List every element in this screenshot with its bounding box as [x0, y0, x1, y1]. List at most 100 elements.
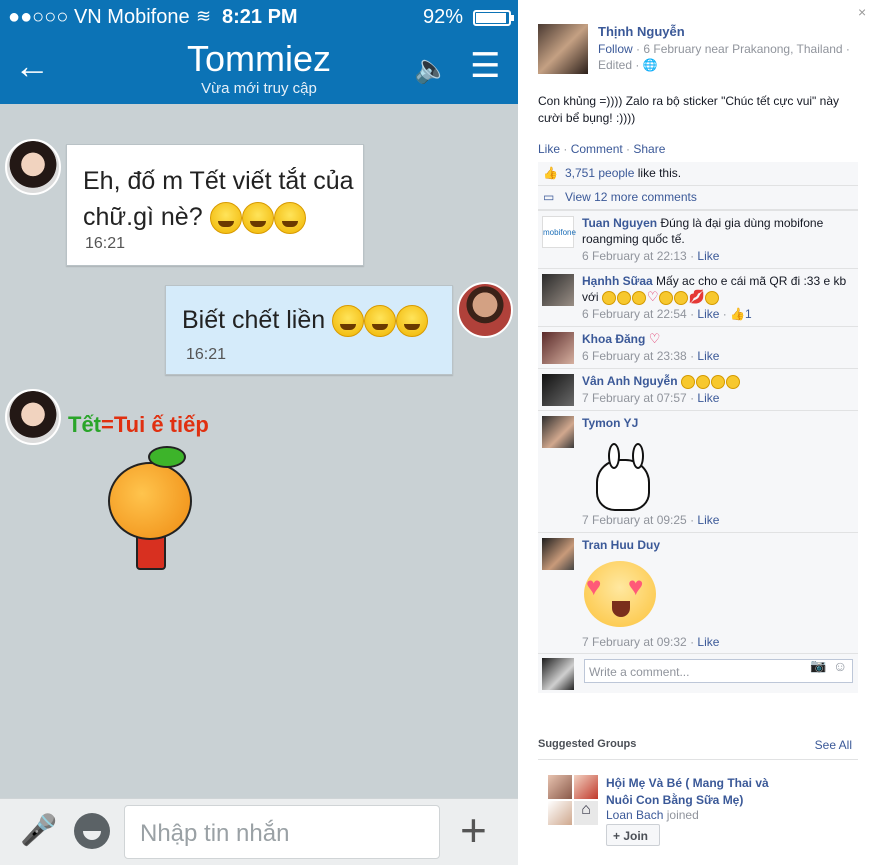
- post-meta-text: · 6 February near Prakanong, Thailand · …: [598, 42, 850, 72]
- sticker-orange-face: [108, 462, 192, 540]
- group-name[interactable]: Hội Mẹ Và Bé ( Mang Thai và Nuôi Con Bằn…: [606, 775, 786, 809]
- speaker-icon[interactable]: 🔈: [414, 52, 449, 85]
- comment-text: Tuan Nguyen Đúng là đại gia dùng mobifon…: [582, 215, 852, 247]
- view-more-link[interactable]: View 12 more comments: [565, 190, 697, 204]
- message-bubble-sent[interactable]: Biết chết liền 16:21: [165, 285, 453, 375]
- author-name[interactable]: Thịnh Nguyễn: [598, 24, 685, 39]
- comment-item: Tymon YJ 7 February at 09:25 · Like: [538, 410, 858, 532]
- group-joined-text: Loan Bach joined: [606, 808, 699, 822]
- carrier-label: ●●○○○ VN Mobifone: [8, 6, 190, 28]
- emoji-icon[interactable]: [74, 813, 110, 849]
- comment-time: 7 February at 09:32: [582, 635, 687, 649]
- joined-suffix: joined: [663, 808, 699, 822]
- commenter-name[interactable]: Tymon YJ: [582, 416, 638, 430]
- microphone-icon[interactable]: 🎤: [20, 813, 57, 848]
- message-input-bar: 🎤 Nhập tin nhắn +: [0, 798, 518, 865]
- commenter-name[interactable]: Vân Anh Nguyễn: [582, 374, 678, 388]
- status-bar: ●●○○○ VN Mobifone ≋ 8:21 PM 92%: [0, 0, 518, 34]
- heart-icon: ♡: [646, 289, 659, 304]
- emoji-icon: [710, 374, 725, 389]
- battery-cap: [511, 15, 514, 21]
- menu-icon[interactable]: ☰: [470, 46, 500, 86]
- globe-icon: 🌐: [642, 58, 658, 72]
- comment-time: 7 February at 09:25: [582, 513, 687, 527]
- contact-avatar[interactable]: [5, 139, 61, 195]
- comment-link[interactable]: Comment: [571, 142, 623, 156]
- contact-avatar[interactable]: [5, 389, 61, 445]
- message-text: Biết chết liền: [182, 302, 429, 338]
- smiley-icon[interactable]: ☺: [833, 658, 847, 674]
- message-input[interactable]: Nhập tin nhắn: [124, 805, 440, 859]
- comment-like-link[interactable]: Like: [697, 249, 719, 263]
- sticker-mouth: [612, 601, 630, 617]
- join-button[interactable]: + Join: [606, 824, 660, 846]
- plus-icon[interactable]: +: [460, 805, 487, 855]
- commenter-name[interactable]: Hạnhh Sữaa: [582, 274, 653, 288]
- separator: ·: [622, 142, 634, 156]
- bank-icon[interactable]: ⌂: [574, 801, 598, 825]
- likes-summary: 👍 3,751 people like this.: [538, 162, 858, 186]
- emoji-icon: [601, 290, 616, 305]
- commenter-avatar[interactable]: [542, 374, 574, 406]
- emoji-icon: [704, 290, 719, 305]
- message-time: 16:21: [186, 346, 227, 363]
- commenter-avatar[interactable]: mobifone: [542, 216, 576, 248]
- my-avatar: [542, 658, 574, 690]
- comment-meta: 6 February at 22:54 · Like · 👍1: [582, 307, 752, 321]
- commenter-name[interactable]: Tran Huu Duy: [582, 538, 660, 552]
- comment-like-link[interactable]: Like: [697, 307, 719, 321]
- emoji-icon: [680, 374, 695, 389]
- post-meta: Follow · 6 February near Prakanong, Thai…: [598, 41, 868, 73]
- smile-emoji-icon: [332, 305, 365, 338]
- follow-link[interactable]: Follow: [598, 42, 633, 56]
- comment-text: Tymon YJ: [582, 415, 852, 431]
- sticker-caption-mid: =: [101, 412, 114, 437]
- heart-icon: ♥: [586, 571, 602, 601]
- suggested-groups-title: Suggested Groups: [538, 738, 637, 750]
- comment-like-link[interactable]: Like: [697, 635, 719, 649]
- close-icon[interactable]: ×: [858, 4, 866, 20]
- battery-icon: [473, 10, 511, 26]
- emoji-icon: [725, 374, 740, 389]
- sticker-caption-right: Tui ế tiếp: [113, 412, 209, 437]
- heart-icon: ♥: [628, 571, 644, 601]
- commenter-name[interactable]: Khoa Đăng: [582, 332, 645, 346]
- commenter-avatar[interactable]: [542, 332, 574, 364]
- view-more-comments[interactable]: ▭ View 12 more comments: [538, 186, 858, 210]
- group-avatar[interactable]: [548, 775, 572, 799]
- comment-like-link[interactable]: Like: [697, 349, 719, 363]
- commenter-avatar[interactable]: [542, 274, 574, 306]
- comment-text: Tran Huu Duy: [582, 537, 852, 553]
- emoji-icon: [658, 290, 673, 305]
- battery-percent: 92%: [423, 6, 464, 28]
- comment-meta: 7 February at 07:57 · Like: [582, 391, 720, 405]
- comment-like-link[interactable]: Like: [697, 513, 719, 527]
- commenter-name[interactable]: Tuan Nguyen: [582, 216, 657, 230]
- commenter-avatar[interactable]: [542, 416, 574, 448]
- thumbs-up-icon: 👍: [543, 166, 558, 180]
- message-bubble-received[interactable]: Eh, đố m Tết viết tắt của chữ.gì nè? 16:…: [66, 144, 364, 266]
- camera-icon[interactable]: 📷: [810, 658, 826, 674]
- plus-icon: +: [613, 829, 624, 843]
- join-label: Join: [623, 829, 649, 843]
- comment-time: 6 February at 23:38: [582, 349, 687, 363]
- write-comment-row: Write a comment... 📷 ☺: [538, 653, 858, 693]
- group-avatar[interactable]: [548, 801, 572, 825]
- like-link[interactable]: Like: [538, 142, 560, 156]
- share-link[interactable]: Share: [633, 142, 665, 156]
- my-avatar[interactable]: [457, 282, 513, 338]
- comment-like-link[interactable]: Like: [697, 391, 719, 405]
- commenter-avatar[interactable]: [542, 538, 574, 570]
- comment-like-count[interactable]: 1: [745, 307, 752, 321]
- comment-meta: 6 February at 23:38 · Like: [582, 349, 720, 363]
- grin-emoji-icon: [273, 202, 306, 235]
- rabbit-sticker: [596, 443, 650, 511]
- likes-count-link[interactable]: 3,751 people: [565, 166, 634, 180]
- see-all-link[interactable]: See All: [815, 738, 852, 752]
- joined-member-name[interactable]: Loan Bach: [606, 808, 663, 822]
- message-time: 16:21: [85, 235, 126, 252]
- grin-emoji-icon: [209, 202, 242, 235]
- heart-icon: ♡: [648, 331, 661, 346]
- group-avatar[interactable]: [574, 775, 598, 799]
- author-avatar[interactable]: [538, 24, 588, 74]
